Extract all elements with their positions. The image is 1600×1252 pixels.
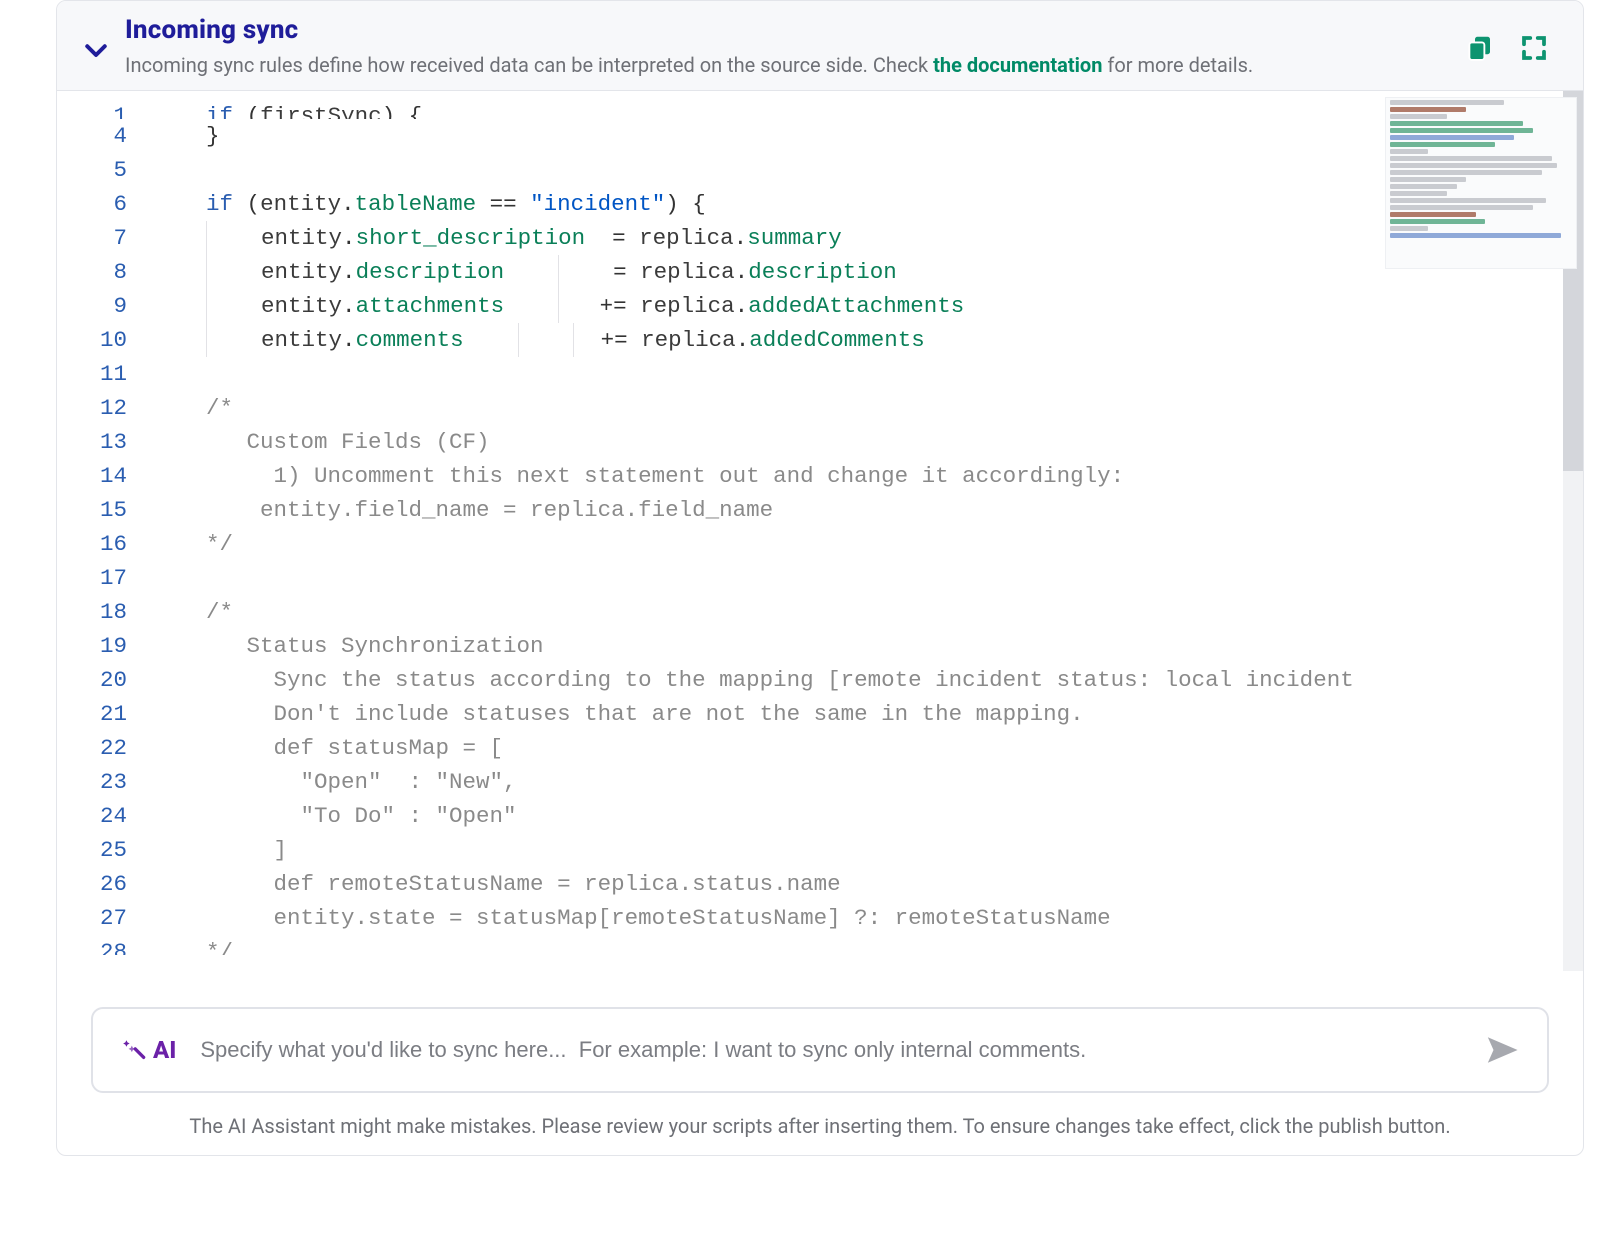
ai-send-button[interactable]	[1485, 1033, 1519, 1067]
code-editor[interactable]: 1456789101112131415161718192021222324252…	[57, 91, 1583, 971]
ai-disclaimer: The AI Assistant might make mistakes. Pl…	[91, 1111, 1549, 1141]
copy-icon	[1465, 33, 1495, 63]
fullscreen-icon	[1519, 33, 1549, 63]
ai-assistant-area: AI The AI Assistant might make mistakes.…	[57, 971, 1583, 1155]
incoming-sync-panel: Incoming sync Incoming sync rules define…	[56, 0, 1584, 1156]
wand-icon	[121, 1037, 147, 1063]
code-content[interactable]: if (firstSync) { } if (entity.tableName …	[142, 91, 1583, 971]
documentation-link[interactable]: the documentation	[933, 53, 1102, 77]
desc-pre: Incoming sync rules define how received …	[125, 53, 933, 77]
panel-description: Incoming sync rules define how received …	[125, 51, 1375, 80]
ai-prompt-box: AI	[91, 1007, 1549, 1093]
ai-prompt-input[interactable]	[198, 1036, 1463, 1064]
line-number-gutter: 1456789101112131415161718192021222324252…	[57, 91, 142, 971]
desc-post: for more details.	[1102, 53, 1253, 77]
panel-header: Incoming sync Incoming sync rules define…	[57, 1, 1583, 91]
chevron-down-icon	[81, 35, 111, 65]
copy-button[interactable]	[1465, 33, 1495, 63]
ai-badge: AI	[121, 1036, 176, 1064]
send-icon	[1485, 1033, 1519, 1067]
code-minimap[interactable]	[1385, 97, 1577, 269]
collapse-toggle[interactable]	[81, 35, 111, 65]
ai-label: AI	[153, 1036, 176, 1064]
panel-title: Incoming sync	[125, 15, 1451, 45]
fullscreen-button[interactable]	[1519, 33, 1549, 63]
